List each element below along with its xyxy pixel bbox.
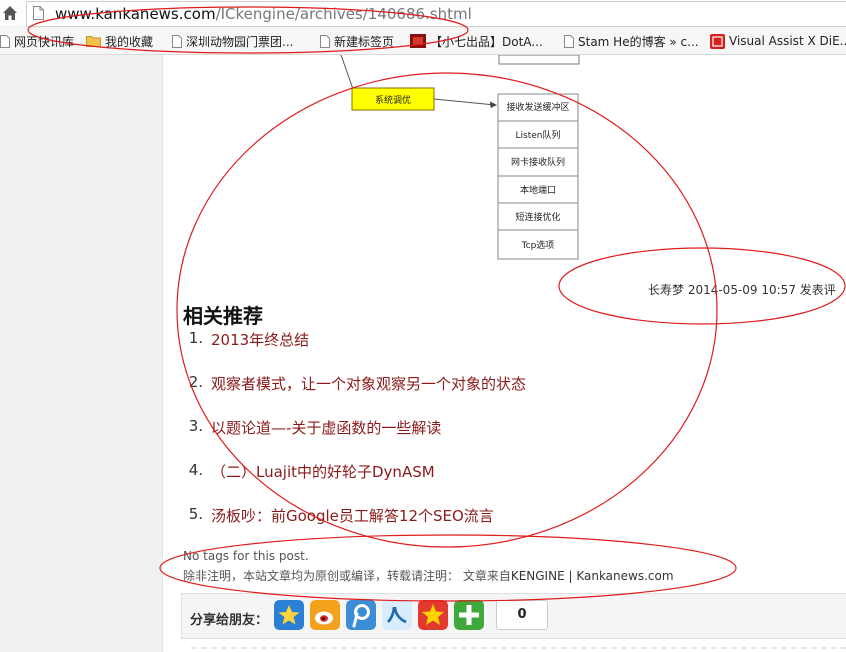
related-item-number: 2. <box>188 373 203 391</box>
diagram-node-label: 本地端口 <box>520 184 556 196</box>
bookmark-folder[interactable]: 我的收藏 <box>86 33 153 49</box>
diagram-node-label: Listen队列 <box>516 129 561 141</box>
renren-icon[interactable] <box>382 600 412 630</box>
article-content: 系统调优 接收发送缓冲区 Listen队列 网卡接收队列 本地端口 短连接优化 … <box>162 55 846 652</box>
related-item: 3. 以题论道—-关于虚函数的一些解读 <box>183 417 526 461</box>
address-bar-row: www.kankanews.com/ICkengine/archives/140… <box>0 0 846 27</box>
home-icon[interactable] <box>2 5 18 21</box>
tencent-weibo-icon[interactable] <box>346 600 376 630</box>
diagram-node-stack <box>497 93 579 260</box>
related-item-number: 3. <box>188 417 203 435</box>
bookmark-label: 深圳动物园门票团... <box>186 34 294 49</box>
related-item: 5. 汤板吵：前Google员工解答12个SEO流言 <box>183 505 526 549</box>
qzone-icon[interactable] <box>274 600 304 630</box>
related-item: 1. 2013年终总结 <box>183 329 526 373</box>
bookmark-item[interactable]: Visual Assist X DiE... <box>710 33 846 49</box>
bookmark-label: 【小七出品】DotA... <box>430 34 543 49</box>
notice-text: 除非注明，本站文章均为原创或编译，转载请注明： 文章来自 <box>183 569 511 583</box>
related-link[interactable]: 汤板吵：前Google员工解答12个SEO流言 <box>211 505 494 549</box>
bookmark-label: 我的收藏 <box>105 34 154 49</box>
bookmark-label: 网页快讯库 <box>14 34 75 49</box>
url-host: www.kankanews.com <box>55 5 216 23</box>
related-item-number: 4. <box>188 461 203 479</box>
diagram-node-label: 短连接优化 <box>515 211 560 223</box>
dota-icon <box>410 34 426 48</box>
bookmark-label: Visual Assist X DiE... <box>729 34 846 48</box>
kaixin-icon[interactable] <box>418 600 448 630</box>
bookmarks-bar: 网页快讯库 我的收藏 深圳动物园门票团... 新建标签页 【小七出品】DotA.… <box>0 28 846 55</box>
related-link[interactable]: 2013年终总结 <box>211 329 309 373</box>
red-seal-icon <box>710 33 725 49</box>
share-count: 0 <box>496 600 548 630</box>
tcp-tuning-diagram: 系统调优 接收发送缓冲区 Listen队列 网卡接收队列 本地端口 短连接优化 … <box>182 55 580 261</box>
folder-icon <box>86 36 101 47</box>
diagram-connector <box>340 55 354 90</box>
related-link[interactable]: 以题论道—-关于虚函数的一些解读 <box>211 417 441 461</box>
share-bar: 分享给朋友： 0 <box>181 593 846 639</box>
page-icon <box>33 6 44 20</box>
page-icon <box>172 34 182 48</box>
stray-dot <box>182 260 183 261</box>
related-item: 2. 观察者模式，让一个对象观察另一个对象的状态 <box>183 373 526 417</box>
url-text: www.kankanews.com/ICkengine/archives/140… <box>55 5 472 23</box>
more-share-icon[interactable] <box>454 600 484 630</box>
bookmark-item[interactable]: 【小七出品】DotA... <box>410 33 543 49</box>
related-item-number: 1. <box>188 329 203 347</box>
notice-source-link[interactable]: KENGINE | Kankanews.com <box>511 569 674 583</box>
diagram-node-label: 网卡接收队列 <box>511 156 565 168</box>
copyright-notice: 除非注明，本站文章均为原创或编译，转载请注明： 文章来自KENGINE | Ka… <box>183 567 674 584</box>
related-link[interactable]: （二）Luajit中的好轮子DynASM <box>211 461 435 505</box>
diagram-node-label: 接收发送缓冲区 <box>506 101 569 113</box>
page-icon <box>320 34 330 48</box>
bookmark-label: 新建标签页 <box>334 34 395 49</box>
dashed-divider <box>191 647 846 649</box>
arrow-head-icon <box>490 101 497 108</box>
related-link[interactable]: 观察者模式，让一个对象观察另一个对象的状态 <box>211 373 526 417</box>
address-bar[interactable]: www.kankanews.com/ICkengine/archives/140… <box>26 1 846 27</box>
tags-text: No tags for this post. <box>183 549 309 563</box>
bookmark-label: Stam He的博客 » c... <box>578 34 699 49</box>
page-icon <box>0 34 10 48</box>
bookmark-item[interactable]: 新建标签页 <box>320 33 394 49</box>
bookmark-item[interactable]: 深圳动物园门票团... <box>172 33 293 49</box>
related-list: 1. 2013年终总结 2. 观察者模式，让一个对象观察另一个对象的状态 3. 以题论… <box>183 329 526 549</box>
diagram-center-label: 系统调优 <box>375 94 411 106</box>
related-item: 4. （二）Luajit中的好轮子DynASM <box>183 461 526 505</box>
diagram-node-label: Tcp选项 <box>521 239 555 251</box>
url-path: /ICkengine/archives/140686.shtml <box>215 5 472 23</box>
post-meta: 长寿梦 2014-05-09 10:57 发表评 <box>648 283 836 297</box>
share-label: 分享给朋友： <box>190 613 269 628</box>
diagram-node-top <box>498 55 580 65</box>
bookmark-item[interactable]: 网页快讯库 <box>0 33 74 49</box>
diagram-arrow <box>433 98 496 106</box>
weibo-icon[interactable] <box>310 600 340 630</box>
related-item-number: 5. <box>188 505 203 523</box>
page-icon <box>564 34 574 48</box>
related-title: 相关推荐 <box>183 304 263 328</box>
bookmark-item[interactable]: Stam He的博客 » c... <box>564 33 699 49</box>
